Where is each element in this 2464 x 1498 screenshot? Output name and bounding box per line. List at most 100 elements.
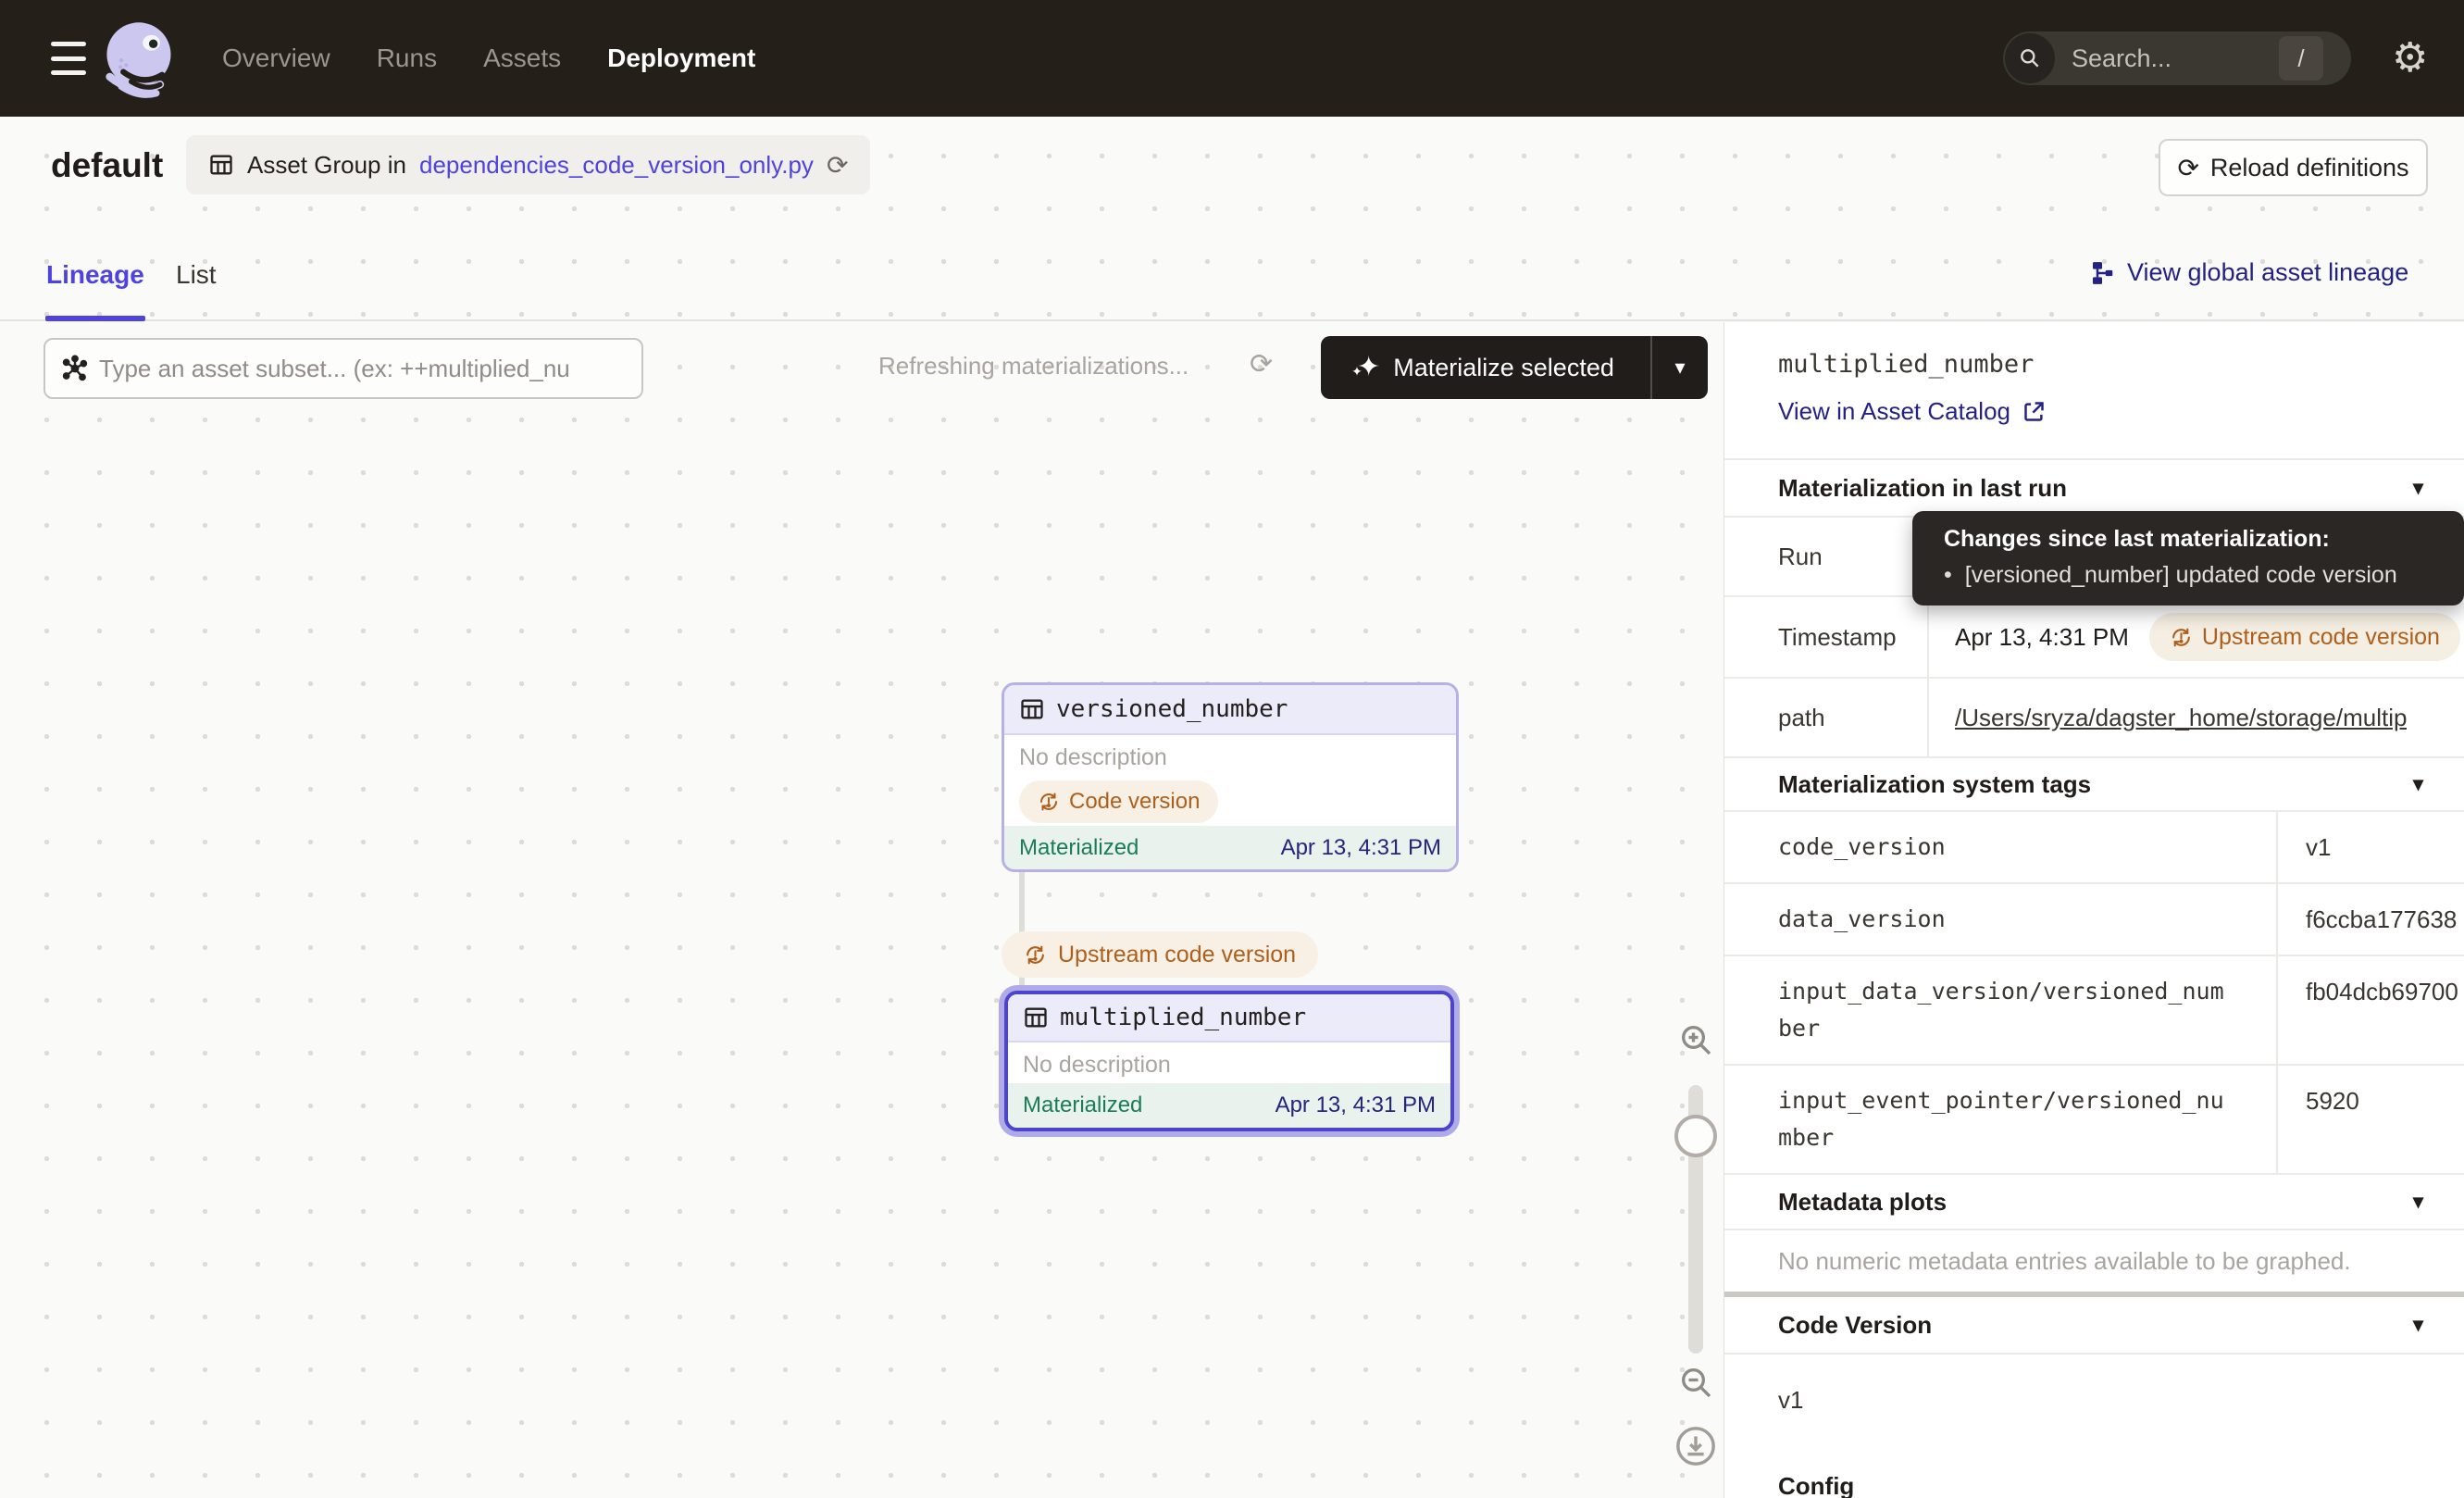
system-tag-key: input_event_pointer/versioned_number [1724,1066,2278,1173]
code-version-value: v1 [1724,1354,2464,1452]
asset-group-file-link[interactable]: dependencies_code_version_only.py [419,151,814,180]
view-global-asset-lineage-link[interactable]: View global asset lineage [2088,258,2408,287]
chevron-down-icon: ▾ [2413,772,2423,796]
search-shortcut-key: / [2279,36,2323,81]
system-tag-value: 5920 [2278,1066,2464,1173]
system-tag-key: data_version [1724,884,2278,955]
upstream-code-version-badge: Upstream code version [2149,613,2460,661]
table-icon [1023,1005,1049,1030]
asset-node-description: No description [1008,1042,1450,1079]
sparkle-icon: ✦✦ [1357,354,1380,381]
materialize-selected-button[interactable]: ✦✦ Materialize selected ▾ [1321,336,1708,399]
lineage-graph-icon [2088,259,2116,287]
chevron-down-icon: ▾ [2413,1190,2423,1214]
panel-title-block: multiplied_number View in Asset Catalog [1724,322,2464,460]
chevron-down-icon: ▾ [2413,476,2423,500]
system-tag-row: data_version f6ccba177638 [1724,884,2464,956]
refresh-icon[interactable]: ⟳ [1250,348,1273,381]
timestamp-label: Timestamp [1724,597,1929,677]
asset-node-footer: Materialized Apr 13, 4:31 PM [1004,826,1456,869]
tooltip-item: [versioned_number] updated code version [1965,562,2397,589]
download-view-button[interactable] [1674,1425,1717,1467]
asset-node-multiplied-number[interactable]: multiplied_number No description Materia… [1004,991,1454,1131]
panel-asset-name: multiplied_number [1778,350,2427,379]
code-version-icon [2170,626,2193,649]
system-tag-value: v1 [2278,812,2464,882]
run-label: Run [1724,518,1929,595]
asset-node-description: No description [1004,735,1456,771]
system-tag-row: input_event_pointer/versioned_number 592… [1724,1066,2464,1175]
materialize-selected-label: Materialize selected [1393,354,1614,382]
page-background: default Asset Group in dependencies_code… [0,117,2464,1498]
asset-node-title: multiplied_number [1060,1004,1306,1031]
system-tag-key: code_version [1724,812,2278,882]
global-search[interactable]: / [2003,31,2351,85]
zoom-in-button[interactable] [1677,1021,1714,1058]
path-value-link[interactable]: /Users/sryza/dagster_home/storage/multip [1955,704,2407,732]
tooltip-title: Changes since last materialization: [1944,526,2445,553]
page-title: default [51,146,163,185]
system-tag-value: fb04dcb69700 [2278,956,2464,1064]
search-icon [2005,33,2055,83]
materialized-timestamp: Apr 13, 4:31 PM [1281,835,1441,861]
asset-node-title: versioned_number [1056,695,1288,723]
refresh-icon[interactable]: ⟳ [827,150,848,181]
nav-tab-assets[interactable]: Assets [483,44,561,73]
bullet-icon: • [1944,562,1952,589]
nav-tabs: Overview Runs Assets Deployment [222,0,755,117]
section-label: Materialization in last run [1778,474,2067,503]
section-code-version[interactable]: Code Version ▾ [1724,1297,2464,1354]
upstream-code-version-label: Upstream code version [1058,942,1296,968]
asset-group-breadcrumb: Asset Group in dependencies_code_version… [186,135,870,194]
nav-tab-overview[interactable]: Overview [222,44,330,73]
system-tag-key: input_data_version/versioned_number [1724,956,2278,1064]
metadata-empty-state: No numeric metadata entries available to… [1724,1230,2464,1292]
chevron-down-icon: ▾ [2413,1313,2423,1337]
asset-node-header: versioned_number [1004,685,1456,735]
view-in-asset-catalog-link[interactable]: View in Asset Catalog [1778,397,2427,426]
section-config[interactable]: Config [1724,1452,2464,1498]
dagster-logo[interactable] [98,17,181,100]
system-tag-row: code_version v1 [1724,812,2464,884]
timestamp-value[interactable]: Apr 13, 4:31 PM [1955,623,2129,652]
code-version-icon [1024,943,1047,967]
refresh-icon: ⟳ [2177,153,2198,183]
materialize-selected-main[interactable]: ✦✦ Materialize selected [1321,354,1650,382]
reload-definitions-label: Reload definitions [2210,154,2409,182]
path-label: path [1724,679,1929,756]
search-input[interactable] [2055,44,2279,73]
view-global-asset-lineage-label: View global asset lineage [2127,258,2408,287]
upstream-code-version-label: Upstream code version [2202,624,2440,651]
asset-subset-input[interactable] [99,355,641,383]
nav-tab-runs[interactable]: Runs [377,44,437,73]
active-tab-underline [45,316,145,321]
zoom-slider-handle[interactable] [1674,1115,1717,1157]
section-materialization-system-tags[interactable]: Materialization system tags ▾ [1724,758,2464,812]
materialize-dropdown-caret[interactable]: ▾ [1652,356,1708,380]
section-metadata-plots[interactable]: Metadata plots ▾ [1724,1175,2464,1230]
section-label: Materialization system tags [1778,770,2091,799]
section-label: Code Version [1778,1311,1932,1340]
zoom-out-button[interactable] [1677,1364,1714,1401]
upstream-code-version-badge: Upstream code version [1002,931,1318,978]
code-version-badge-label: Code version [1069,789,1200,815]
tab-list[interactable]: List [176,260,217,290]
lineage-canvas[interactable]: Refreshing materializations... ⟳ ✦✦ Mate… [0,322,1724,1498]
table-icon [208,152,234,178]
path-row: path /Users/sryza/dagster_home/storage/m… [1724,679,2464,758]
reload-definitions-button[interactable]: ⟳ Reload definitions [2159,139,2428,196]
materialized-status: Materialized [1019,835,1139,861]
gear-icon[interactable]: ⚙ [2392,35,2428,81]
tab-lineage[interactable]: Lineage [46,260,144,290]
tab-band: Lineage List View global asset lineage [0,236,2464,321]
code-version-icon [1038,791,1060,813]
section-materialization-last-run[interactable]: Materialization in last run ▾ [1724,460,2464,518]
asset-node-footer: Materialized Apr 13, 4:31 PM [1008,1083,1450,1128]
changes-tooltip: Changes since last materialization: • [v… [1912,511,2464,605]
nav-tab-deployment[interactable]: Deployment [607,44,755,73]
timestamp-row: Timestamp Apr 13, 4:31 PM Upstream code … [1724,597,2464,679]
table-icon [1019,696,1045,722]
asset-node-versioned-number[interactable]: versioned_number No description Code ver… [1002,682,1459,872]
hamburger-menu-icon[interactable] [51,42,86,75]
system-tag-value: f6ccba177638 [2278,884,2464,955]
